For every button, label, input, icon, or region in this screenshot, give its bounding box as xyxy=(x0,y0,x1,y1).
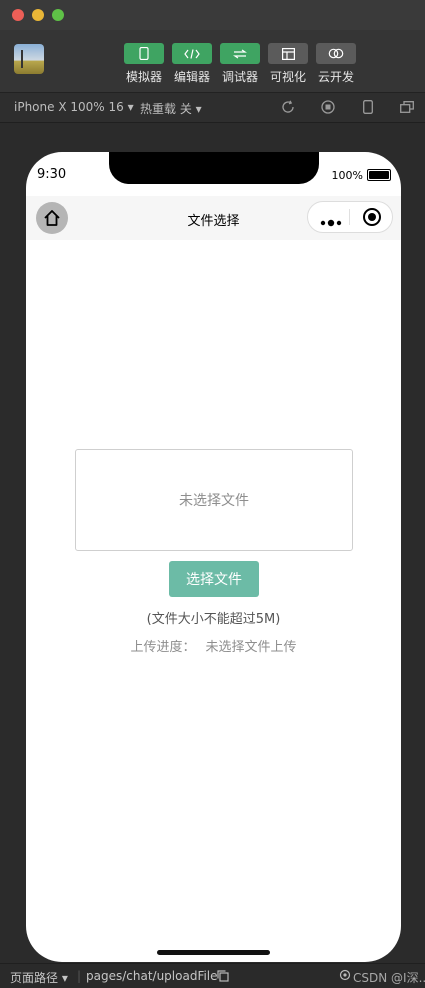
upload-progress: 上传进度： 未选择文件上传 xyxy=(26,636,401,655)
cloud-icon xyxy=(316,43,356,64)
close-window-button[interactable] xyxy=(12,9,24,21)
visual-tool[interactable]: 可视化 xyxy=(266,43,310,85)
main-toolbar: 模拟器 编辑器 调试器 可视化 云开发 xyxy=(0,30,425,93)
capsule-menu xyxy=(307,201,393,233)
choose-file-button[interactable]: 选择文件 xyxy=(169,561,259,597)
progress-label: 上传进度： xyxy=(130,640,196,655)
device-selector[interactable]: iPhone X 100% 16 ▾ xyxy=(14,100,134,114)
phone-notch xyxy=(109,152,319,184)
settings-icon[interactable] xyxy=(338,968,352,985)
file-size-note: (文件大小不能超过5M) xyxy=(146,612,281,627)
status-time: 9:30 xyxy=(37,167,67,182)
minimize-window-button[interactable] xyxy=(32,9,44,21)
watermark: CSDN @I深... xyxy=(353,971,425,985)
hot-reload-toggle[interactable]: 热重载 关 ▾ xyxy=(140,100,202,117)
ide-statusbar: 页面路径 ▾ | pages/chat/uploadFile CSDN @I深.… xyxy=(0,963,425,988)
window-titlebar xyxy=(0,0,425,30)
battery-percentage: 100% xyxy=(331,169,363,182)
cloud-label: 云开发 xyxy=(317,70,354,84)
editor-label: 编辑器 xyxy=(173,70,210,84)
battery-icon xyxy=(367,169,391,181)
mini-program-navbar: 文件选择 xyxy=(26,196,401,240)
debugger-label: 调试器 xyxy=(221,70,258,84)
rotate-icon[interactable] xyxy=(281,100,295,114)
file-placeholder: 未选择文件 xyxy=(179,493,249,509)
user-avatar[interactable] xyxy=(14,44,44,74)
layout-icon xyxy=(268,43,308,64)
page-path-selector[interactable]: 页面路径 ▾ xyxy=(10,969,68,986)
simulator-tool[interactable]: 模拟器 xyxy=(122,43,166,85)
detach-window-icon[interactable] xyxy=(400,100,414,114)
selected-file-display[interactable]: 未选择文件 xyxy=(75,449,353,551)
debugger-tool[interactable]: 调试器 xyxy=(218,43,262,85)
swap-icon xyxy=(220,43,260,64)
statusbar-divider: | xyxy=(77,969,82,983)
simulator-subbar: iPhone X 100% 16 ▾ 热重载 关 ▾ xyxy=(0,93,425,123)
phone-simulator: 9:30 100% 文件选择 未选择文件 选择文件 (文件大小不能超过5M) 上… xyxy=(26,152,401,962)
home-indicator xyxy=(157,950,270,955)
page-path: pages/chat/uploadFile xyxy=(86,969,218,983)
maximize-window-button[interactable] xyxy=(52,9,64,21)
close-mini-program-icon[interactable] xyxy=(363,208,381,226)
progress-value: 未选择文件上传 xyxy=(205,640,297,655)
code-icon xyxy=(172,43,212,64)
editor-tool[interactable]: 编辑器 xyxy=(170,43,214,85)
stop-icon[interactable] xyxy=(321,100,335,114)
phone-icon xyxy=(124,43,164,64)
simulator-label: 模拟器 xyxy=(125,70,162,84)
copy-icon[interactable] xyxy=(217,970,229,985)
cloud-tool[interactable]: 云开发 xyxy=(314,43,358,85)
visual-label: 可视化 xyxy=(269,70,306,84)
more-menu-icon[interactable] xyxy=(320,212,342,231)
phone-preview-icon[interactable] xyxy=(361,100,375,114)
capsule-divider xyxy=(349,209,350,225)
